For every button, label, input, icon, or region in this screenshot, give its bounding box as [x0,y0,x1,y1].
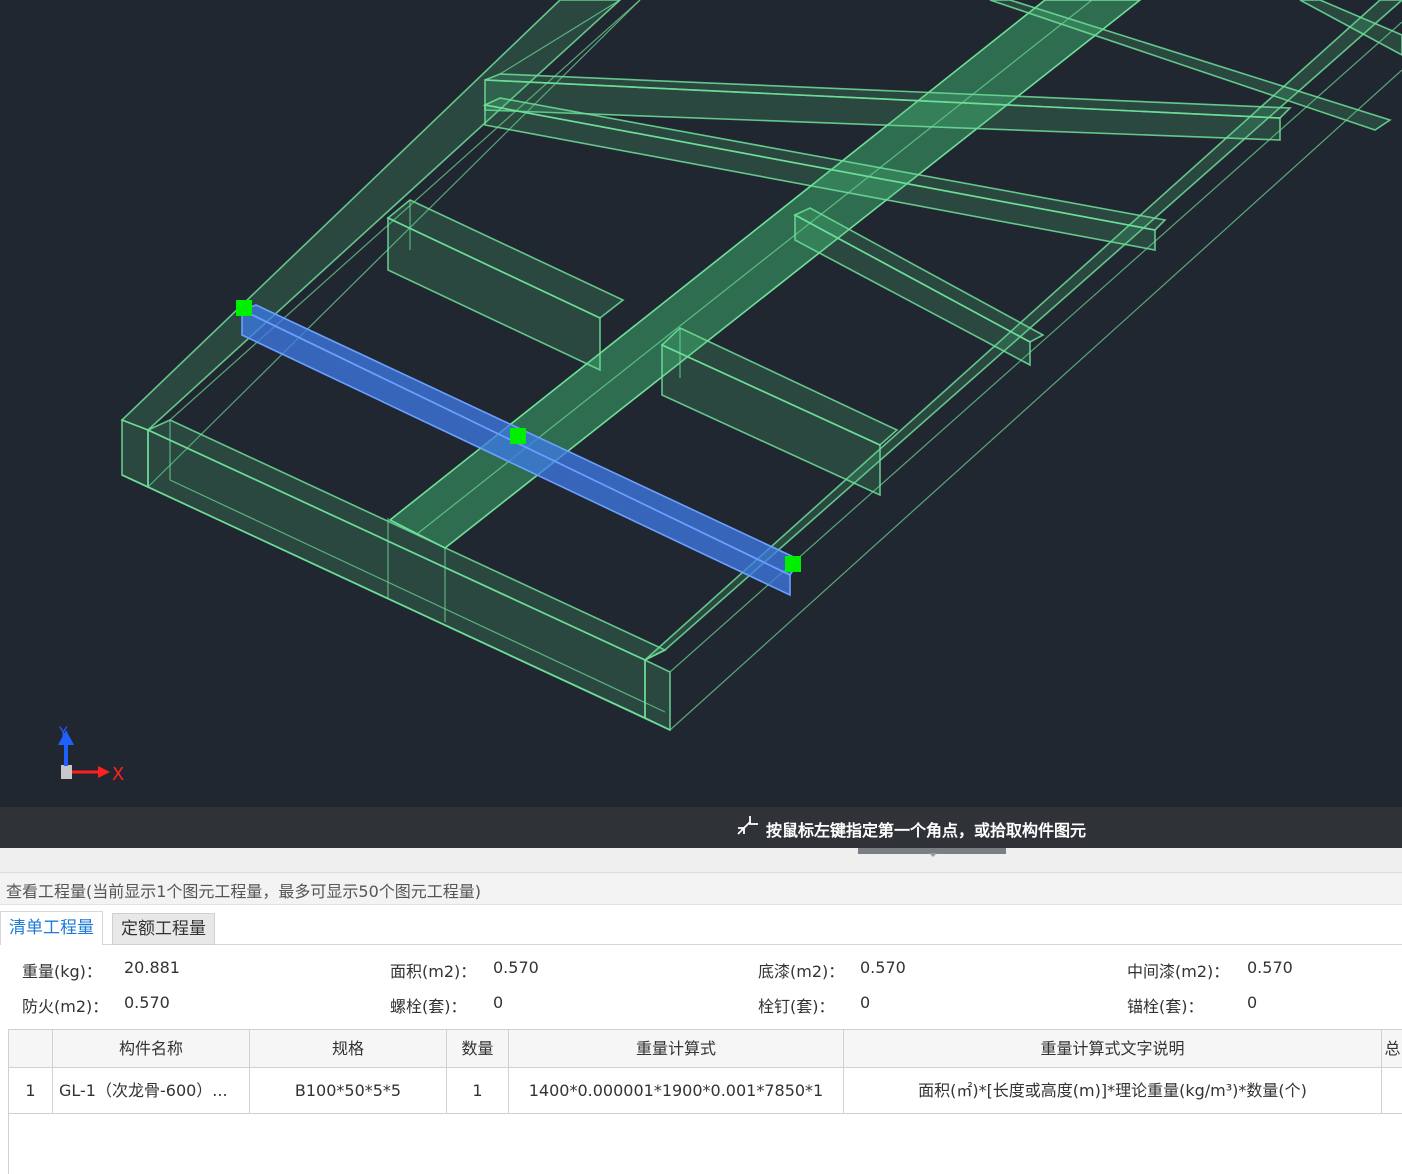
column-header-index [9,1030,53,1068]
middle-paint-value: 0.570 [1247,958,1293,977]
table-row-index[interactable]: 1 [9,1068,53,1114]
axis-y-label: Y [58,725,68,741]
summary-row-2: 防火(m2)： 0.570 螺栓(套)： 0 栓钉(套)： 0 锚栓(套)： 0 [0,993,1402,1023]
anchor-value: 0 [1247,993,1258,1012]
column-header-spec[interactable]: 规格 [250,1030,447,1068]
primer-value: 0.570 [860,958,906,977]
area-label: 面积(m2)： [390,962,477,981]
grip-end[interactable] [785,556,801,572]
summary-row-1: 重量(kg)： 20.881 面积(m2)： 0.570 底漆(m2)： 0.5… [0,958,1402,988]
weight-label: 重量(kg)： [22,962,102,981]
tab-quota-quantity[interactable]: 定额工程量 [112,913,215,945]
model-canvas[interactable]: .f { fill:#4fbf7a; fill-opacity:0.22; st… [0,0,1402,807]
column-header-count[interactable]: 数量 [447,1030,509,1068]
panel-splitter[interactable] [0,848,1402,873]
table-cell-count[interactable]: 1 [447,1068,509,1114]
grip-start[interactable] [236,300,252,316]
fireproof-label: 防火(m2)： [22,997,109,1016]
primer-label: 底漆(m2)： [758,962,845,981]
column-header-total[interactable]: 总 [1382,1030,1402,1068]
command-status-bar: 按鼠标左键指定第一个角点，或拾取构件图元 [0,807,1402,848]
tab-bill-quantity[interactable]: 清单工程量 [0,911,103,945]
panel-title: 查看工程量(当前显示1个图元工程量，最多可显示50个图元工程量) [6,882,482,901]
anchor-label: 锚栓(套)： [1127,997,1204,1016]
stud-value: 0 [860,993,871,1012]
stud-label: 栓钉(套)： [758,997,835,1016]
table-cell-name[interactable]: GL-1（次龙骨-600）... [53,1068,250,1114]
column-header-name[interactable]: 构件名称 [53,1030,250,1068]
quantity-table: 构件名称 规格 数量 重量计算式 重量计算式文字说明 总 1 GL-1（次龙骨-… [8,1029,1402,1174]
grip-mid[interactable] [510,428,526,444]
axis-x-label: X [112,764,124,785]
collapse-arrow-icon[interactable] [929,853,937,857]
quantity-tabs: 清单工程量 定额工程量 [0,905,1402,945]
column-header-formula-description[interactable]: 重量计算式文字说明 [844,1030,1382,1068]
front-edge-beam[interactable] [146,419,667,661]
column-header-weight-formula[interactable]: 重量计算式 [509,1030,844,1068]
area-value: 0.570 [493,958,539,977]
table-cell-formula-description[interactable]: 面积(㎡)*[长度或高度(m)]*理论重量(kg/m³)*数量(个) [844,1068,1382,1114]
table-cell-weight-formula[interactable]: 1400*0.000001*1900*0.001*7850*1 [509,1068,844,1114]
middle-paint-label: 中间漆(m2)： [1127,962,1230,981]
table-cell-spec[interactable]: B100*50*5*5 [250,1068,447,1114]
quantity-panel-header: 查看工程量(当前显示1个图元工程量，最多可显示50个图元工程量) [0,873,1402,905]
command-prompt: 按鼠标左键指定第一个角点，或拾取构件图元 [766,821,1087,840]
corner-select-icon [737,816,758,835]
table-cell-total[interactable] [1382,1068,1402,1114]
weight-value: 20.881 [124,958,180,977]
bolt-value: 0 [493,993,504,1012]
bolt-label: 螺栓(套)： [390,997,467,1016]
cross-beam-3[interactable] [793,207,1045,343]
3d-viewport[interactable]: .f { fill:#4fbf7a; fill-opacity:0.22; st… [0,0,1402,807]
fireproof-value: 0.570 [124,993,170,1012]
